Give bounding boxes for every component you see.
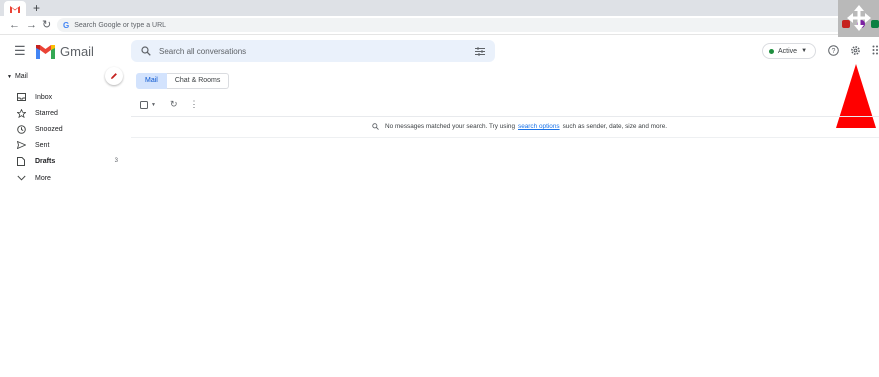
settings-gear-icon[interactable] [850, 45, 861, 56]
search-icon[interactable] [141, 46, 151, 56]
gmail-m-icon [36, 44, 55, 59]
move-arrows-icon [847, 5, 871, 31]
sidebar-item-label: Starred [35, 109, 58, 117]
search-icon [372, 123, 379, 130]
star-icon [16, 108, 26, 118]
divider [131, 137, 879, 138]
gmail-wordmark: Gmail [60, 44, 94, 59]
more-vert-icon[interactable]: ⋮ [190, 99, 199, 110]
new-tab-button[interactable]: + [33, 0, 40, 16]
compose-button[interactable] [105, 67, 123, 85]
browser-tabstrip: + [0, 0, 879, 16]
omnibox-placeholder: Search Google or type a URL [74, 21, 167, 29]
status-chip[interactable]: Active ▼ [762, 43, 816, 59]
gmail-favicon-icon [10, 5, 20, 13]
reload-icon[interactable]: ↻ [42, 18, 51, 32]
sidebar-item-label: Snoozed [35, 125, 63, 133]
google-g-icon: G [63, 20, 70, 30]
empty-message-suffix: such as sender, date, size and more. [562, 123, 668, 130]
sidebar-item-label: Inbox [35, 93, 53, 101]
sidebar-section-mail[interactable]: ▼ Mail [7, 73, 28, 80]
caret-down-icon: ▼ [801, 48, 808, 54]
sidebar-item-sent[interactable]: Sent [16, 139, 122, 151]
browser-toolbar: ← → ↻ G Search Google or type a URL [0, 16, 879, 35]
drafts-count: 3 [114, 158, 118, 164]
tab-mail[interactable]: Mail [136, 73, 167, 89]
send-icon [16, 141, 26, 149]
sidebar-item-drafts[interactable]: Drafts 3 [16, 155, 122, 167]
annotation-arrow-icon [836, 64, 876, 128]
mail-tabs: Mail Chat & Rooms [136, 73, 230, 89]
apps-grid-icon[interactable] [872, 45, 879, 56]
search-bar[interactable]: Search all conversations [131, 40, 495, 62]
divider [131, 116, 879, 117]
search-options-link[interactable]: search options [518, 123, 560, 130]
sidebar-item-label: Drafts [35, 157, 56, 165]
sidebar-item-more[interactable]: More [16, 172, 122, 184]
select-caret-icon[interactable]: ▼ [151, 102, 156, 108]
sidebar-item-label: Sent [35, 141, 50, 149]
caret-down-icon: ▼ [7, 74, 12, 80]
back-arrow-icon[interactable]: ← [9, 18, 20, 32]
tab-chat-rooms[interactable]: Chat & Rooms [166, 73, 230, 89]
extension-icon[interactable] [871, 20, 879, 28]
empty-message-text: No messages matched your search. Try usi… [385, 123, 515, 130]
empty-state-message: No messages matched your search. Try usi… [372, 123, 667, 130]
chevron-down-icon [16, 175, 26, 181]
pencil-icon [111, 73, 117, 79]
sidebar-item-starred[interactable]: Starred [16, 107, 122, 119]
draft-icon [17, 156, 25, 166]
main-menu-icon[interactable]: ☰ [14, 44, 26, 57]
svg-text:?: ? [832, 48, 836, 55]
message-toolbar: ▼ ↻ ⋮ [140, 99, 199, 110]
search-input[interactable]: Search all conversations [159, 47, 475, 56]
sidebar-item-snoozed[interactable]: Snoozed [16, 123, 122, 135]
sidebar-item-label: More [35, 174, 51, 182]
extension-area [838, 0, 879, 37]
status-dot [769, 48, 774, 54]
clock-icon [16, 124, 26, 134]
gmail-logo[interactable]: Gmail [36, 44, 94, 59]
sidebar-section-label: Mail [14, 73, 28, 80]
select-checkbox[interactable] [140, 100, 148, 109]
status-label: Active [778, 47, 798, 55]
forward-arrow-icon[interactable]: → [26, 18, 37, 32]
refresh-icon[interactable]: ↻ [170, 99, 178, 110]
search-options-icon[interactable] [475, 46, 485, 56]
browser-tab-gmail[interactable] [4, 1, 26, 16]
inbox-icon [16, 93, 26, 101]
omnibox[interactable]: G Search Google or type a URL [57, 18, 852, 32]
help-icon[interactable]: ? [828, 45, 839, 56]
sidebar-item-inbox[interactable]: Inbox [16, 91, 122, 103]
